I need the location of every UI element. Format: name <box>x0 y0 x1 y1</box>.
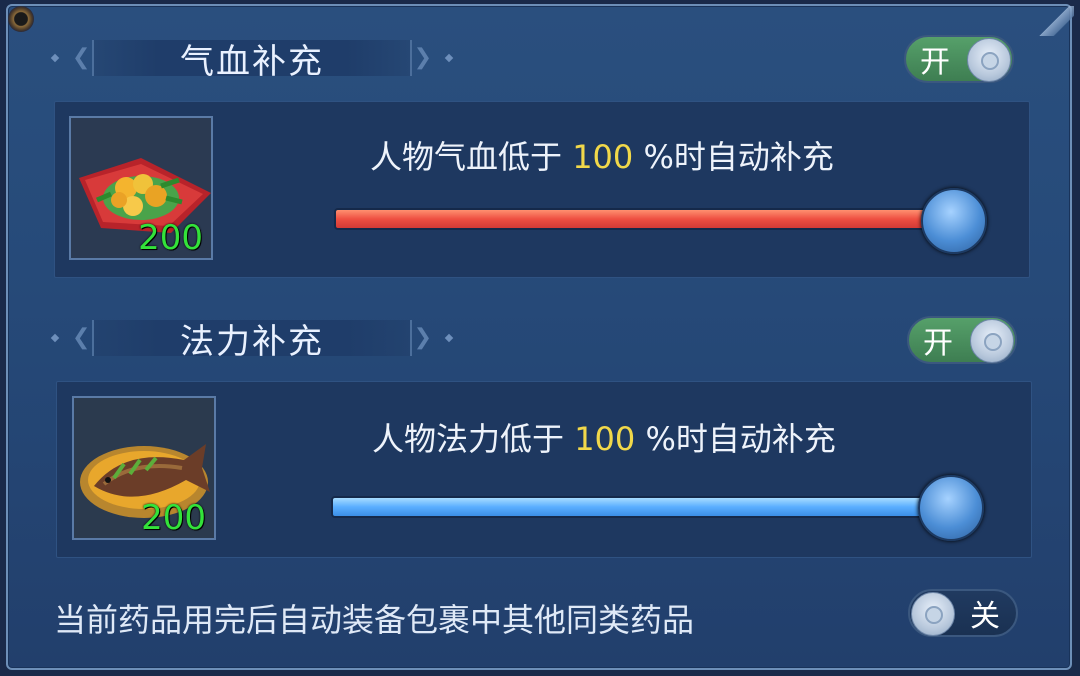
mp-section-title: 法力补充 <box>180 321 324 362</box>
hp-section-header: ❮ 气血补充 ❯ <box>50 36 454 82</box>
hp-label-prefix: 人物气血低于 <box>370 138 573 176</box>
auto-equip-toggle[interactable]: 关 <box>908 589 1018 637</box>
hp-slider-track[interactable] <box>334 208 958 230</box>
toggle-label: 开 <box>920 45 950 80</box>
left-arrow-ornament-icon: ❮ <box>72 45 91 70</box>
mp-section-header: ❮ 法力补充 ❯ <box>50 316 454 362</box>
mp-label-suffix: %时自动补充 <box>635 420 836 458</box>
page-curl-icon <box>1034 6 1074 36</box>
hp-slider-knob[interactable] <box>921 188 987 254</box>
toggle-label: 开 <box>923 326 953 361</box>
toggle-knob <box>970 319 1014 363</box>
diamond-icon <box>444 333 454 343</box>
diamond-icon <box>444 53 454 63</box>
mp-slider-track[interactable] <box>331 496 955 518</box>
toggle-label: 关 <box>970 599 1000 634</box>
hp-label-suffix: %时自动补充 <box>633 138 834 176</box>
diamond-icon <box>50 333 60 343</box>
hp-slider-label: 人物气血低于 100 %时自动补充 <box>370 132 834 178</box>
mp-label-prefix: 人物法力低于 <box>372 420 575 458</box>
toggle-knob <box>967 38 1011 82</box>
mp-item-count: 200 <box>141 498 206 538</box>
diamond-icon <box>50 53 60 63</box>
right-arrow-ornament-icon: ❯ <box>413 325 432 350</box>
hp-item-count: 200 <box>138 218 203 258</box>
auto-equip-label: 当前药品用完后自动装备包裹中其他同类药品 <box>54 601 695 639</box>
mp-slider-label: 人物法力低于 100 %时自动补充 <box>372 414 836 460</box>
left-arrow-ornament-icon: ❮ <box>72 325 91 350</box>
hp-section-title: 气血补充 <box>180 41 324 82</box>
mp-item-slot[interactable]: 200 <box>72 396 216 540</box>
hp-threshold-value: 100 <box>572 138 634 176</box>
mp-threshold-value: 100 <box>574 420 636 458</box>
hp-auto-toggle[interactable]: 开 <box>904 35 1014 83</box>
corner-ornament-icon <box>8 6 34 32</box>
mp-slider-knob[interactable] <box>918 475 984 541</box>
mp-auto-toggle[interactable]: 开 <box>907 316 1017 364</box>
hp-item-slot[interactable]: 200 <box>69 116 213 260</box>
right-arrow-ornament-icon: ❯ <box>413 45 432 70</box>
toggle-knob <box>911 592 955 636</box>
